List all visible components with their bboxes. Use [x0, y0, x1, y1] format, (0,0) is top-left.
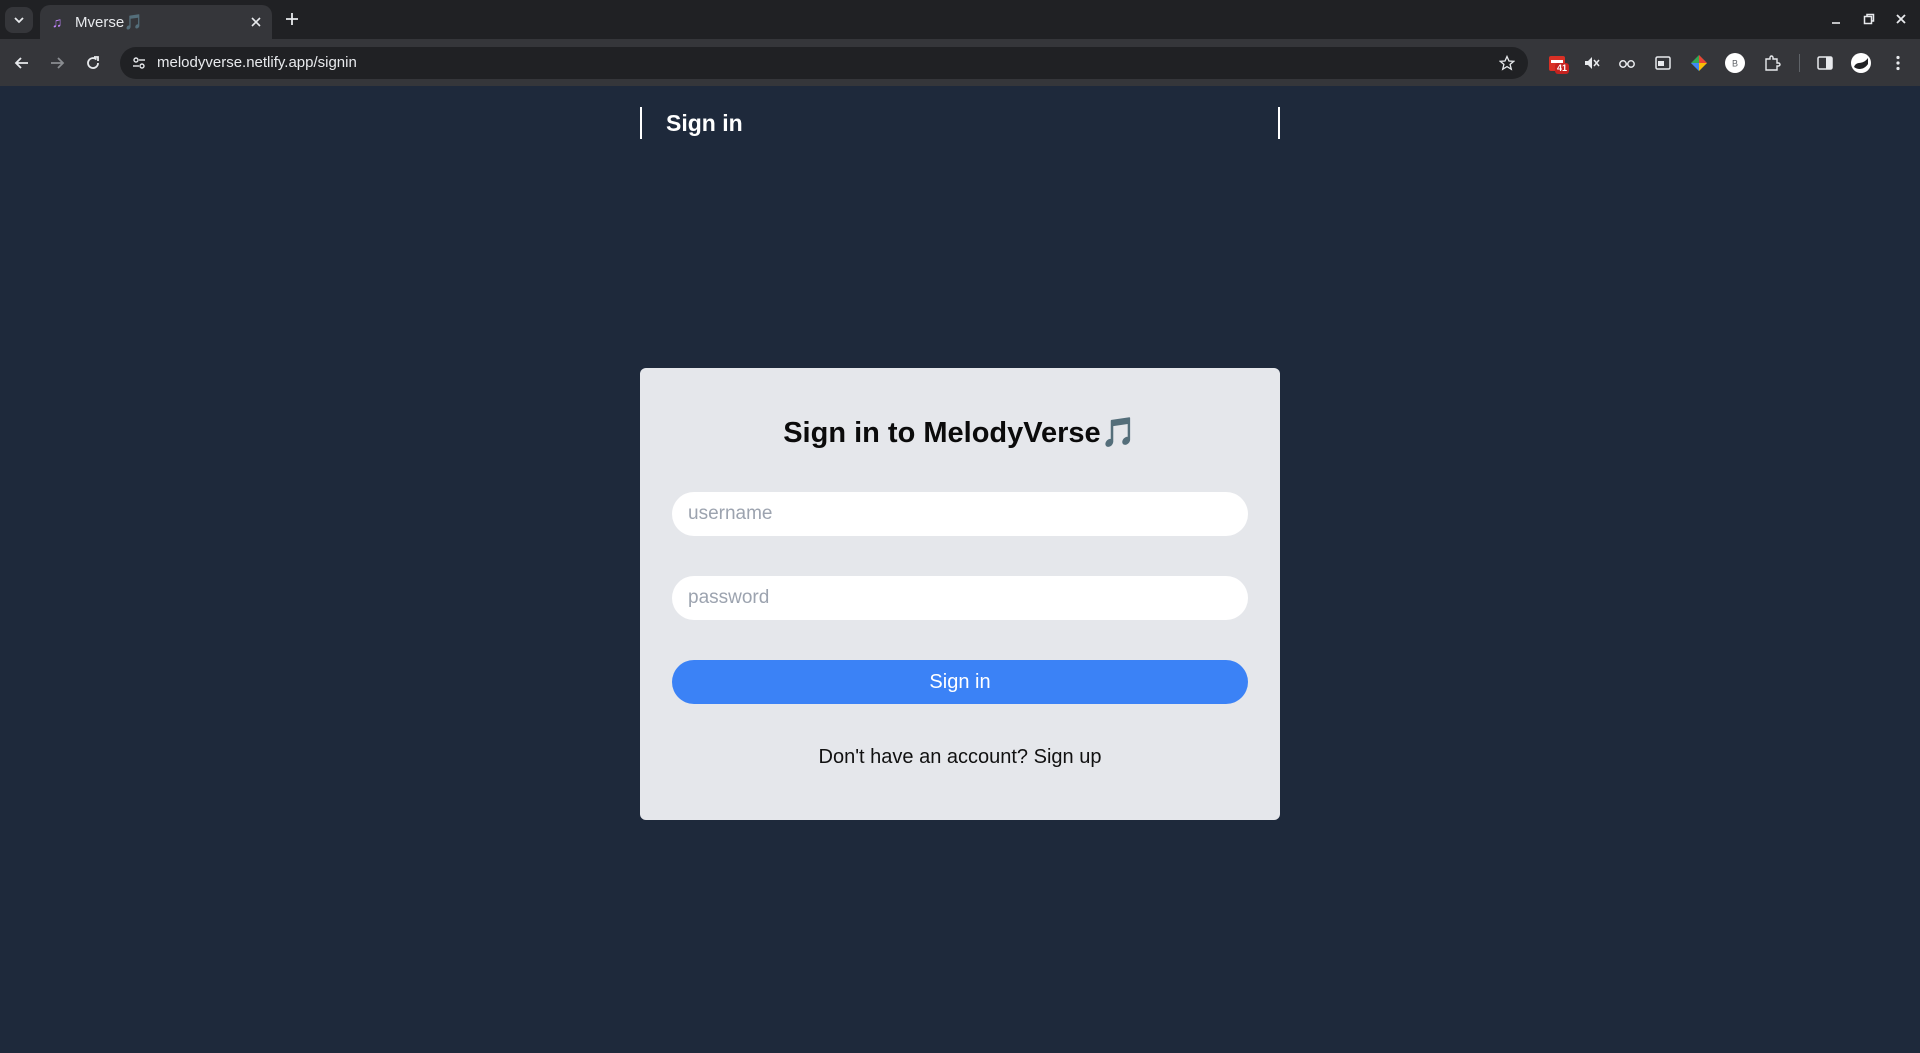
avatar-b-icon: B — [1725, 53, 1745, 73]
tab-close-button[interactable] — [246, 12, 266, 32]
puzzle-icon — [1765, 55, 1781, 71]
browser-tab-strip: ♫ Mverse🎵 — [0, 0, 1920, 39]
url-text: melodyverse.netlify.app/signin — [157, 54, 357, 71]
extension-calendar-button[interactable]: 41 — [1545, 51, 1570, 75]
password-input[interactable] — [672, 576, 1248, 620]
signup-link[interactable]: Sign up — [1034, 746, 1102, 768]
signin-form-title: Sign in to MelodyVerse🎵 — [640, 416, 1280, 450]
side-panel-button[interactable] — [1813, 51, 1837, 75]
more-vertical-icon — [1896, 55, 1900, 71]
arrow-right-icon — [51, 57, 65, 69]
site-info-button[interactable] — [128, 52, 150, 74]
back-button[interactable] — [10, 51, 34, 75]
glasses-icon — [1619, 60, 1635, 68]
profile-button[interactable] — [1849, 51, 1873, 75]
plus-icon — [286, 13, 298, 25]
color-palette-icon — [1691, 55, 1707, 71]
window-icon — [1655, 56, 1671, 70]
address-bar[interactable]: melodyverse.netlify.app/signin — [120, 47, 1528, 79]
profile-extension-button[interactable]: B — [1723, 51, 1747, 75]
mute-tab-button[interactable] — [1580, 51, 1604, 75]
minimize-icon — [1832, 22, 1840, 24]
tune-icon — [133, 57, 145, 69]
chevron-down-icon — [14, 17, 24, 24]
side-panel-icon — [1817, 56, 1833, 70]
avatar-icon — [1851, 53, 1871, 73]
extension-badge: 41 — [1555, 63, 1570, 74]
toolbar-separator — [1799, 54, 1800, 72]
username-input[interactable] — [672, 492, 1248, 536]
extension-glasses-button[interactable] — [1615, 51, 1639, 75]
browser-tab-active[interactable]: ♫ Mverse🎵 — [40, 5, 272, 39]
close-icon — [1896, 14, 1906, 24]
reload-icon — [87, 56, 99, 69]
bookmark-button[interactable] — [1496, 52, 1518, 74]
browser-toolbar: melodyverse.netlify.app/signin 41 B — [0, 39, 1920, 86]
signup-prompt-text: Don't have an account? — [818, 746, 1029, 768]
tab-title: Mverse🎵 — [75, 14, 143, 31]
page-title: Sign in — [666, 110, 743, 136]
minimize-button[interactable] — [1825, 8, 1847, 30]
extension-window-button[interactable] — [1651, 51, 1675, 75]
close-icon — [251, 17, 261, 27]
signin-card: Sign in to MelodyVerse🎵 Sign in Don't ha… — [640, 368, 1280, 820]
signin-button[interactable]: Sign in — [672, 660, 1248, 704]
close-window-button[interactable] — [1890, 8, 1912, 30]
tab-search-button[interactable] — [5, 7, 33, 33]
extension-color-button[interactable] — [1687, 51, 1711, 75]
page-header: Sign in — [640, 107, 1280, 139]
forward-button[interactable] — [45, 51, 69, 75]
signin-title-text: Sign in to MelodyVerse — [783, 417, 1101, 449]
arrow-left-icon — [14, 57, 28, 69]
star-icon — [1499, 55, 1515, 71]
reload-button[interactable] — [81, 51, 105, 75]
extensions-menu-button[interactable] — [1760, 51, 1784, 75]
music-note-icon: 🎵 — [1100, 417, 1137, 449]
chrome-menu-button[interactable] — [1886, 51, 1910, 75]
svg-text:B: B — [1732, 59, 1738, 69]
restore-icon — [1863, 13, 1875, 25]
signup-prompt: Don't have an account? Sign up — [640, 746, 1280, 769]
music-note-favicon-icon: ♫ — [51, 14, 63, 30]
restore-button[interactable] — [1858, 8, 1880, 30]
new-tab-button[interactable] — [281, 8, 303, 30]
volume-muted-icon — [1585, 57, 1600, 69]
